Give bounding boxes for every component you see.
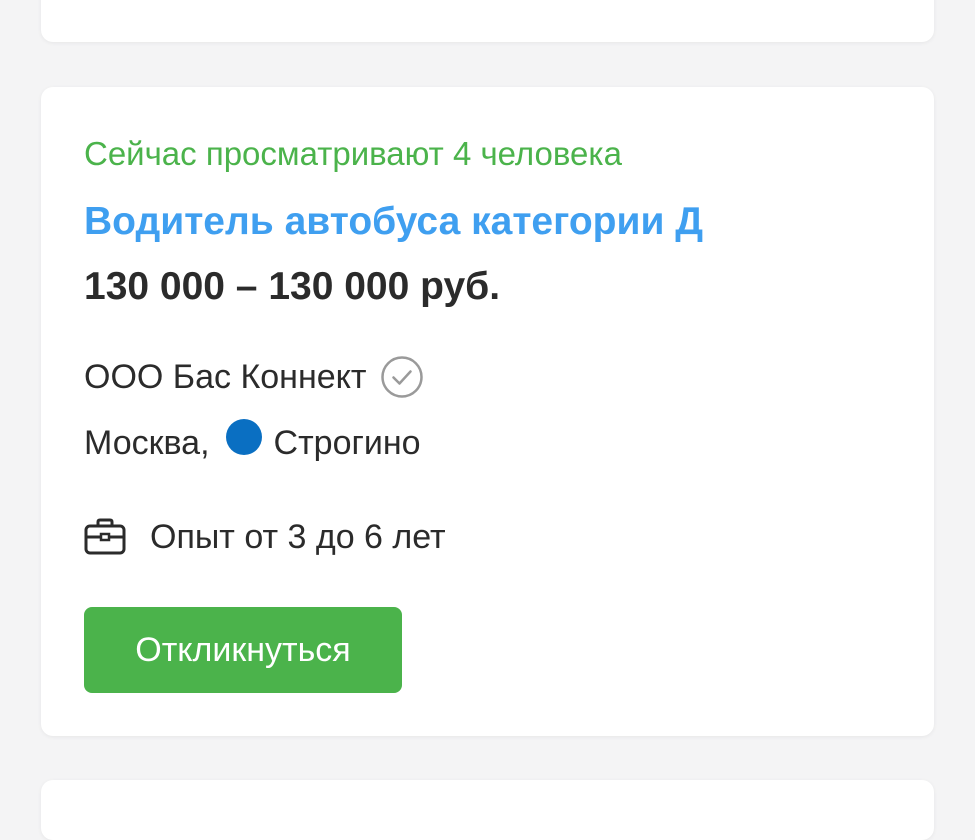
- verified-check-icon: [380, 355, 424, 399]
- vacancy-card: Сейчас просматривают 4 человека Водитель…: [41, 87, 934, 736]
- city-text: Москва,: [84, 424, 210, 462]
- metro-station-text: Строгино: [273, 424, 421, 462]
- location-row: Москва, Строгино: [84, 419, 421, 465]
- company-name-link[interactable]: ООО Бас Коннект: [84, 355, 366, 399]
- experience-row: Опыт от 3 до 6 лет: [84, 515, 446, 559]
- briefcase-icon: [84, 518, 126, 556]
- salary-text: 130 000 – 130 000 руб.: [84, 265, 501, 308]
- viewers-count-text: Сейчас просматривают 4 человека: [84, 135, 622, 172]
- company-row: ООО Бас Коннект: [84, 355, 424, 399]
- previous-vacancy-card: [41, 0, 934, 42]
- respond-button[interactable]: Откликнуться: [84, 607, 402, 693]
- metro-line-icon: [225, 419, 262, 455]
- vacancy-title-link[interactable]: Водитель автобуса категории Д: [84, 198, 703, 246]
- experience-text: Опыт от 3 до 6 лет: [150, 518, 446, 556]
- next-vacancy-card: [41, 780, 934, 840]
